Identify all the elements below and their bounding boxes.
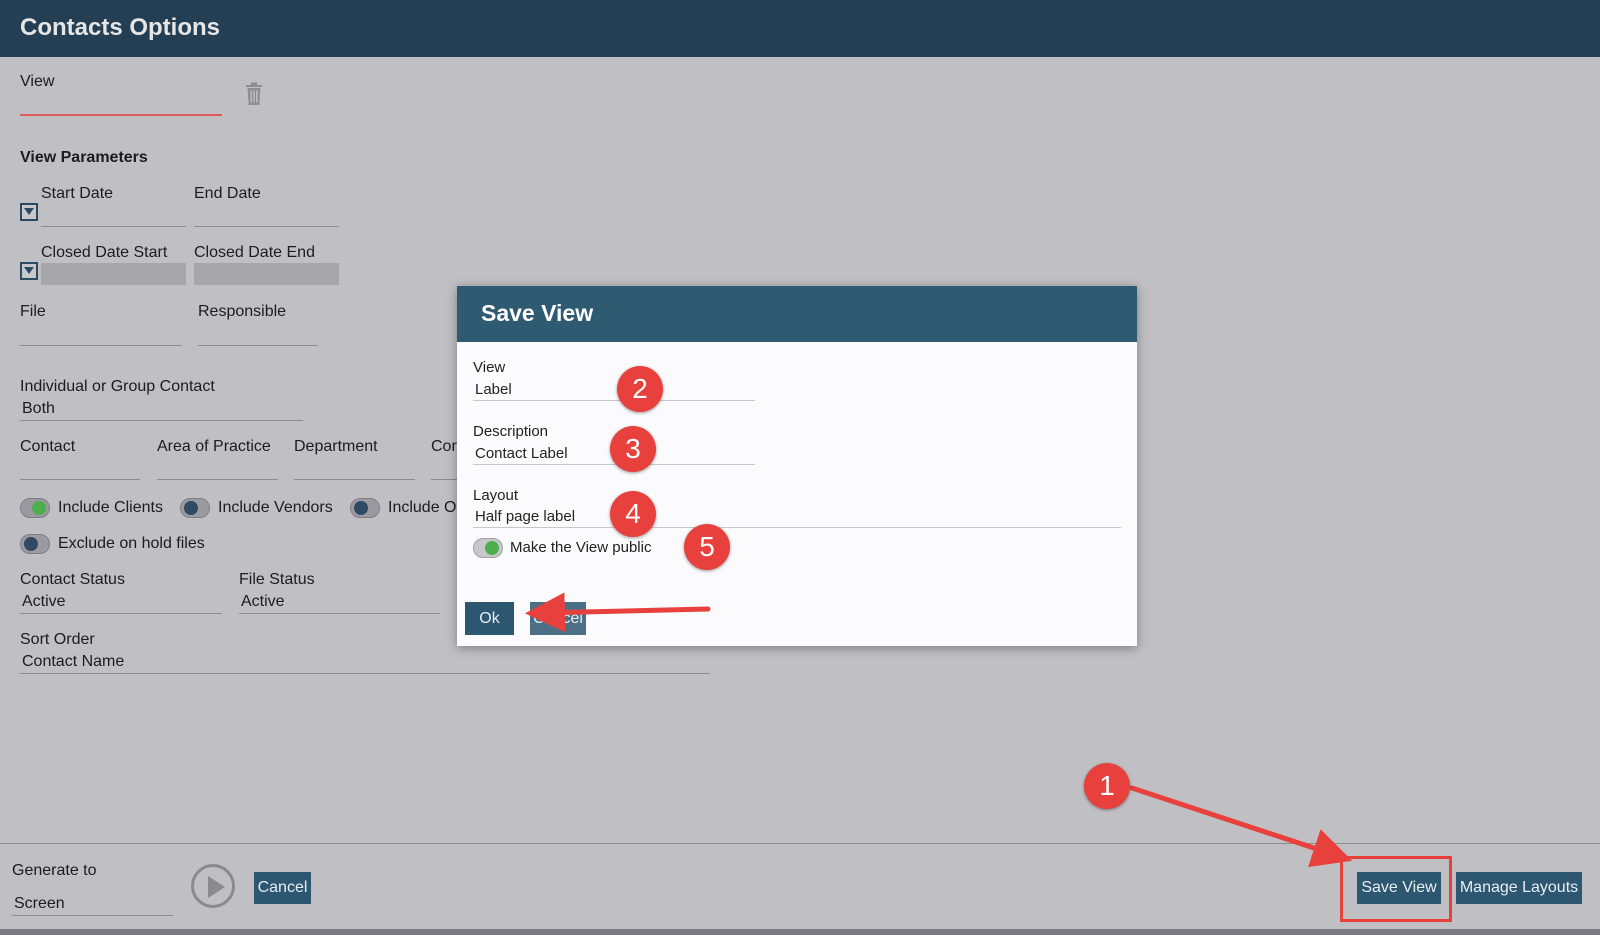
step-badge-5: 5 [684,524,730,570]
step-badge-4: 4 [610,491,656,537]
step-badge-3: 3 [610,426,656,472]
annotation-arrows [525,592,1353,868]
arrow-to-ok [525,592,711,633]
step-badge-1: 1 [1084,763,1130,809]
arrow-to-save-view [1129,785,1353,868]
step-badge-2: 2 [617,366,663,412]
